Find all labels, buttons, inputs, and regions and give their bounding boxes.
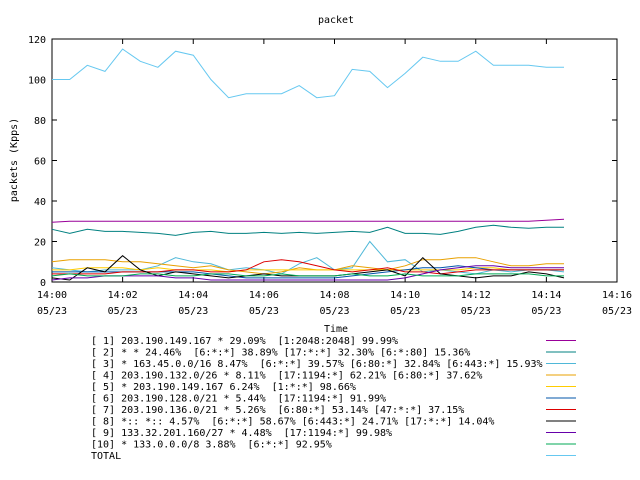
series-line-2 [51, 224, 564, 236]
y-tick-label: 20 [34, 238, 46, 249]
series-line-1 [51, 218, 565, 223]
y-axis-label: packets (Kpps) [9, 118, 20, 202]
chart-title: packet [318, 15, 354, 26]
legend-entry-label: [ 2] * * 24.46% [6:*:*] 38.89% [17:*:*] … [91, 348, 470, 359]
x-tick-label-date: 05/23 [531, 306, 561, 317]
x-tick-label-time: 14:06 [249, 290, 279, 301]
y-tick-label: 100 [28, 76, 46, 87]
series-lines [51, 48, 565, 281]
x-tick-label-date: 05/23 [108, 306, 138, 317]
x-tick-label-time: 14:02 [108, 290, 138, 301]
legend-entry-label: [ 7] 203.190.136.0/21 * 5.26% [6:80:*] 5… [91, 405, 464, 416]
y-axis: 0 20 40 60 80 100 120 [28, 35, 617, 289]
series-line-10 [51, 273, 564, 277]
x-tick-label-time: 14:16 [602, 290, 632, 301]
chart: packet 0 20 40 60 80 100 120 14:00 05/23 14:02 05… [9, 15, 632, 462]
x-tick-label-date: 05/23 [249, 306, 279, 317]
y-tick-label: 0 [40, 278, 46, 289]
x-tick-label-date: 05/23 [37, 306, 67, 317]
x-tick-label-date: 05/23 [602, 306, 632, 317]
x-tick-label-date: 05/23 [319, 306, 349, 317]
legend-entry-label: [ 5] * 203.190.149.167 6.24% [1:*:*] 98.… [91, 382, 356, 393]
legend-entry-label: [ 6] 203.190.128.0/21 * 5.44% [17:1194:*… [91, 394, 386, 405]
legend-entry-label: [10] * 133.0.0.0/8 3.88% [6:*:*] 92.95% [91, 440, 332, 451]
x-tick-label-time: 14:10 [390, 290, 420, 301]
legend-entry-label: [ 3] * 163.45.0.0/16 8.47% [6:*:*] 39.57… [91, 359, 543, 370]
x-axis-label: Time [324, 324, 348, 335]
x-tick-label-date: 05/23 [461, 306, 491, 317]
legend-entry-label: TOTAL [91, 451, 121, 462]
x-tick-label-time: 14:08 [319, 290, 349, 301]
x-tick-label-time: 14:00 [37, 290, 67, 301]
x-tick-label-time: 14:12 [461, 290, 491, 301]
x-tick-label-time: 14:14 [531, 290, 561, 301]
legend: [ 1] 203.190.149.167 * 29.09% [1:2048:20… [91, 336, 576, 462]
series-line-11 [52, 48, 564, 99]
y-tick-label: 40 [34, 197, 46, 208]
x-tick-label-date: 05/23 [390, 306, 420, 317]
y-tick-label: 80 [34, 116, 46, 127]
x-tick-label-date: 05/23 [178, 306, 208, 317]
y-tick-label: 60 [34, 157, 46, 168]
plot-frame [51, 38, 618, 283]
legend-entry-label: [ 1] 203.190.149.167 * 29.09% [1:2048:20… [91, 336, 398, 347]
y-tick-label: 120 [28, 35, 46, 46]
x-tick-label-time: 14:04 [178, 290, 208, 301]
plot-area [51, 38, 618, 283]
legend-entry-label: [ 8] *:: *:: 4.57% [6:*:*] 58.67% [6:443… [91, 417, 494, 428]
legend-entry-label: [ 9] 133.32.201.160/27 * 4.48% [17:1194:… [91, 428, 392, 439]
legend-entry-label: [ 4] 203.190.132.0/26 * 8.11% [17:1194:*… [91, 371, 482, 382]
